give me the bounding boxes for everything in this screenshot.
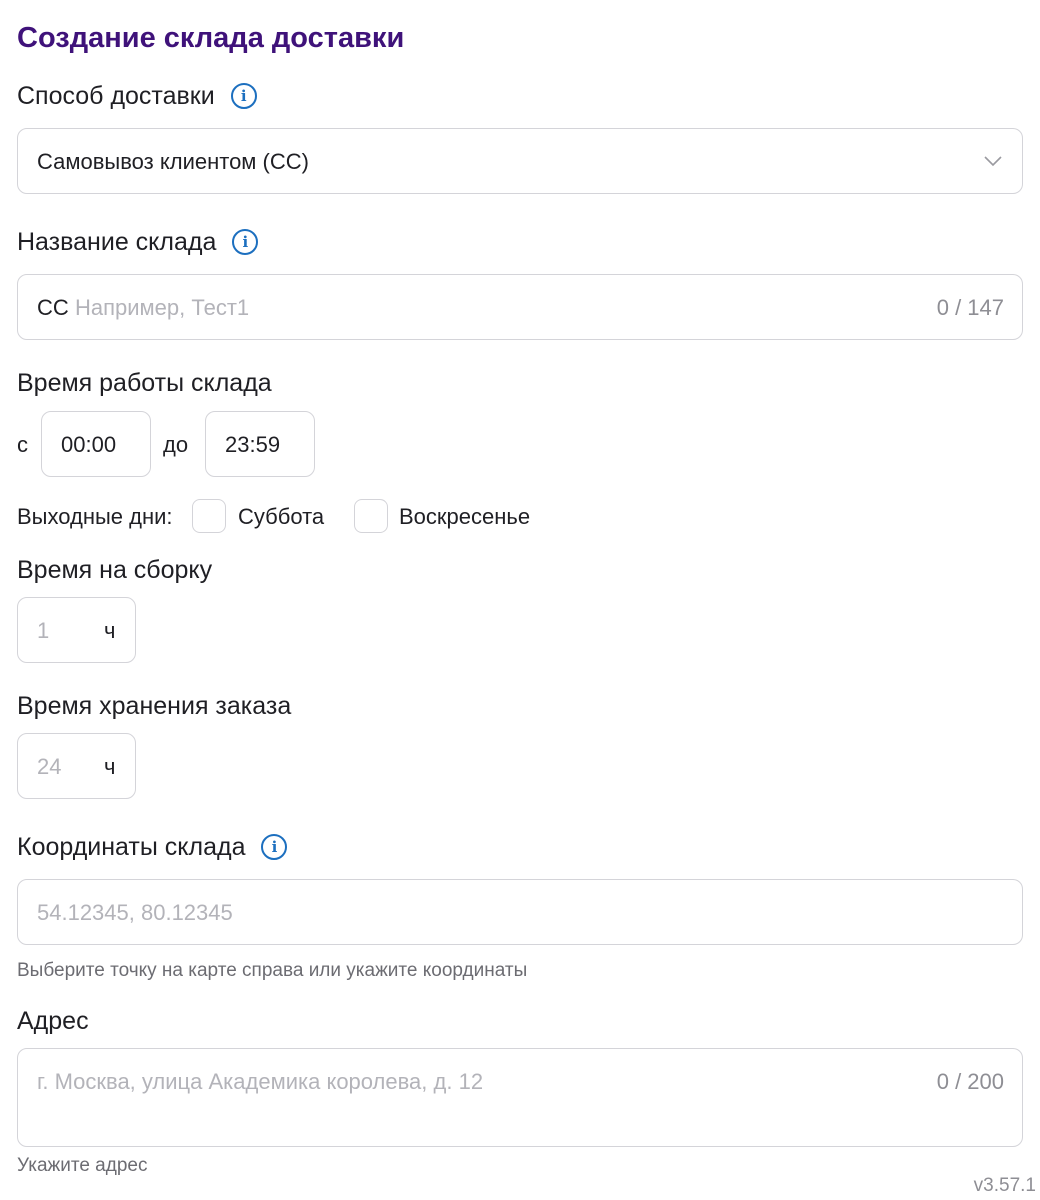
page-title: Создание склада доставки bbox=[17, 22, 405, 54]
working-hours-label: Время работы склада bbox=[17, 369, 272, 397]
to-label: до bbox=[163, 432, 189, 457]
days-off-label: Выходные дни: bbox=[17, 504, 173, 529]
warehouse-name-label: Название склада i bbox=[17, 225, 259, 259]
delivery-method-label-text: Способ доставки bbox=[17, 82, 215, 110]
warehouse-name-label-text: Название склада bbox=[17, 228, 217, 256]
assembly-time-label: Время на сборку bbox=[17, 556, 213, 584]
info-icon[interactable]: i bbox=[261, 834, 288, 860]
from-label: с bbox=[17, 432, 28, 457]
saturday-checkbox[interactable] bbox=[192, 499, 226, 533]
assembly-time-unit: ч bbox=[104, 618, 116, 643]
info-icon[interactable]: i bbox=[230, 83, 257, 109]
time-from-input[interactable]: 00:00 bbox=[41, 411, 151, 477]
address-hint: Укажите адрес bbox=[17, 1155, 148, 1176]
warehouse-name-placeholder: Например, Тест1 bbox=[75, 295, 250, 320]
saturday-label[interactable]: Суббота bbox=[238, 503, 324, 531]
address-textarea[interactable]: г. Москва, улица Академика королева, д. … bbox=[17, 1048, 1023, 1147]
warehouse-name-input[interactable]: СС Например, Тест1 0 / 147 bbox=[17, 274, 1023, 340]
time-to-value: 23:59 bbox=[225, 432, 281, 457]
version-label: v3.57.1 bbox=[973, 1175, 1036, 1196]
coordinates-placeholder: 54.12345, 80.12345 bbox=[37, 900, 233, 925]
address-placeholder: г. Москва, улица Академика королева, д. … bbox=[37, 1069, 484, 1094]
coordinates-label-text: Координаты склада bbox=[17, 833, 246, 861]
coordinates-input[interactable]: 54.12345, 80.12345 bbox=[17, 879, 1023, 945]
assembly-time-input[interactable]: 1 ч bbox=[17, 597, 136, 663]
chevron-down-icon bbox=[984, 156, 1002, 167]
assembly-time-placeholder: 1 bbox=[37, 618, 50, 643]
address-counter: 0 / 200 bbox=[936, 1069, 1004, 1094]
time-from-value: 00:00 bbox=[61, 432, 117, 457]
address-label: Адрес bbox=[17, 1007, 89, 1035]
storage-time-placeholder: 24 bbox=[37, 754, 62, 779]
warehouse-name-counter: 0 / 147 bbox=[936, 295, 1004, 320]
delivery-method-value: Самовывоз клиентом (СС) bbox=[37, 149, 309, 174]
delivery-method-label: Способ доставки i bbox=[17, 79, 257, 113]
coordinates-hint: Выберите точку на карте справа или укажи… bbox=[17, 960, 528, 981]
time-to-input[interactable]: 23:59 bbox=[205, 411, 315, 477]
storage-time-unit: ч bbox=[104, 754, 116, 779]
storage-time-input[interactable]: 24 ч bbox=[17, 733, 136, 799]
sunday-checkbox[interactable] bbox=[354, 499, 388, 533]
warehouse-name-prefix: СС bbox=[37, 295, 69, 320]
storage-time-label: Время хранения заказа bbox=[17, 692, 292, 720]
delivery-method-select[interactable]: Самовывоз клиентом (СС) bbox=[17, 128, 1023, 194]
sunday-label[interactable]: Воскресенье bbox=[399, 503, 530, 531]
info-icon[interactable]: i bbox=[232, 229, 259, 255]
coordinates-label: Координаты склада i bbox=[17, 830, 288, 864]
